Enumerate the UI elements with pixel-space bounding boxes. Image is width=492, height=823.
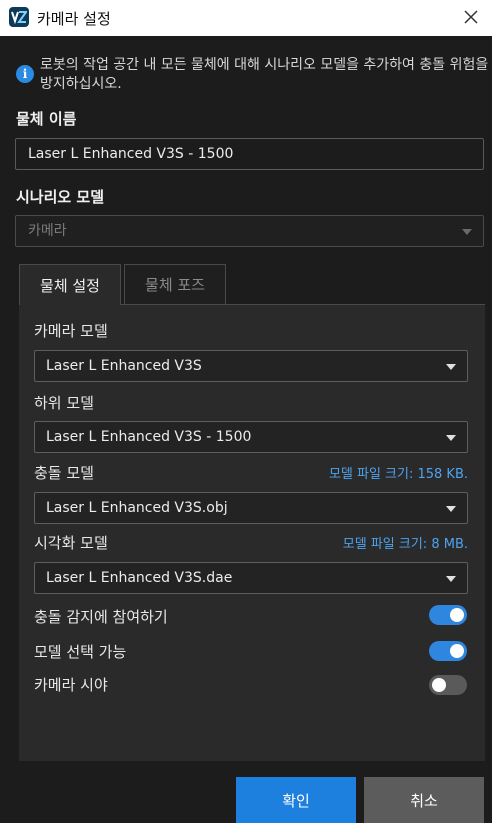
object-settings-panel: 카메라 모델 Laser L Enhanced V3S 하위 모델 Laser … bbox=[19, 304, 485, 761]
sub-model-select[interactable]: Laser L Enhanced V3S - 1500 bbox=[34, 421, 468, 453]
close-icon[interactable] bbox=[460, 6, 482, 28]
confirm-button[interactable]: 확인 bbox=[236, 777, 356, 823]
scenario-model-value: 카메라 bbox=[28, 223, 67, 239]
tab-object-settings[interactable]: 물체 설정 bbox=[19, 264, 121, 305]
visual-model-value: Laser L Enhanced V3S.dae bbox=[46, 570, 233, 586]
collision-detection-toggle[interactable] bbox=[429, 605, 467, 625]
tab-object-pose[interactable]: 물체 포즈 bbox=[124, 264, 226, 304]
notice-text: 로봇의 작업 공간 내 모든 물체에 대해 시나리오 모델을 추가하여 충돌 위… bbox=[40, 57, 489, 92]
scenario-model-label: 시나리오 모델 bbox=[16, 188, 105, 206]
app-logo-icon bbox=[9, 7, 29, 27]
visual-model-file-size: 모델 파일 크기: 8 MB. bbox=[342, 537, 468, 552]
toggle-knob bbox=[450, 608, 464, 622]
sub-model-label: 하위 모델 bbox=[34, 394, 94, 412]
chevron-down-icon bbox=[462, 229, 472, 235]
toggle-knob bbox=[432, 678, 446, 692]
object-name-input[interactable]: Laser L Enhanced V3S - 1500 bbox=[15, 138, 484, 170]
camera-fov-label: 카메라 시야 bbox=[34, 676, 108, 694]
collision-model-file-size: 모델 파일 크기: 158 KB. bbox=[328, 467, 468, 482]
camera-fov-toggle[interactable] bbox=[429, 675, 467, 695]
model-selectable-label: 모델 선택 가능 bbox=[34, 643, 127, 661]
collision-detection-label: 충돌 감지에 참여하기 bbox=[34, 608, 168, 626]
visual-model-select[interactable]: Laser L Enhanced V3S.dae bbox=[34, 562, 468, 594]
collision-model-label: 충돌 모델 bbox=[34, 464, 94, 482]
scenario-model-select: 카메라 bbox=[15, 215, 484, 247]
camera-model-select[interactable]: Laser L Enhanced V3S bbox=[34, 350, 468, 382]
camera-model-value: Laser L Enhanced V3S bbox=[46, 358, 202, 374]
collision-model-select[interactable]: Laser L Enhanced V3S.obj bbox=[34, 492, 468, 524]
window-title: 카메라 설정 bbox=[37, 10, 111, 28]
title-bar: 카메라 설정 bbox=[0, 0, 492, 36]
visual-model-label: 시각화 모델 bbox=[34, 534, 108, 552]
sub-model-value: Laser L Enhanced V3S - 1500 bbox=[46, 429, 252, 445]
chevron-down-icon bbox=[446, 576, 456, 582]
model-selectable-toggle[interactable] bbox=[429, 641, 467, 661]
chevron-down-icon bbox=[446, 506, 456, 512]
cancel-button[interactable]: 취소 bbox=[364, 777, 484, 823]
chevron-down-icon bbox=[446, 435, 456, 441]
collision-model-value: Laser L Enhanced V3S.obj bbox=[46, 500, 228, 516]
camera-model-label: 카메라 모델 bbox=[34, 322, 108, 340]
toggle-knob bbox=[450, 644, 464, 658]
object-name-label: 물체 이름 bbox=[16, 110, 77, 128]
chevron-down-icon bbox=[446, 364, 456, 370]
info-icon: i bbox=[16, 65, 34, 83]
